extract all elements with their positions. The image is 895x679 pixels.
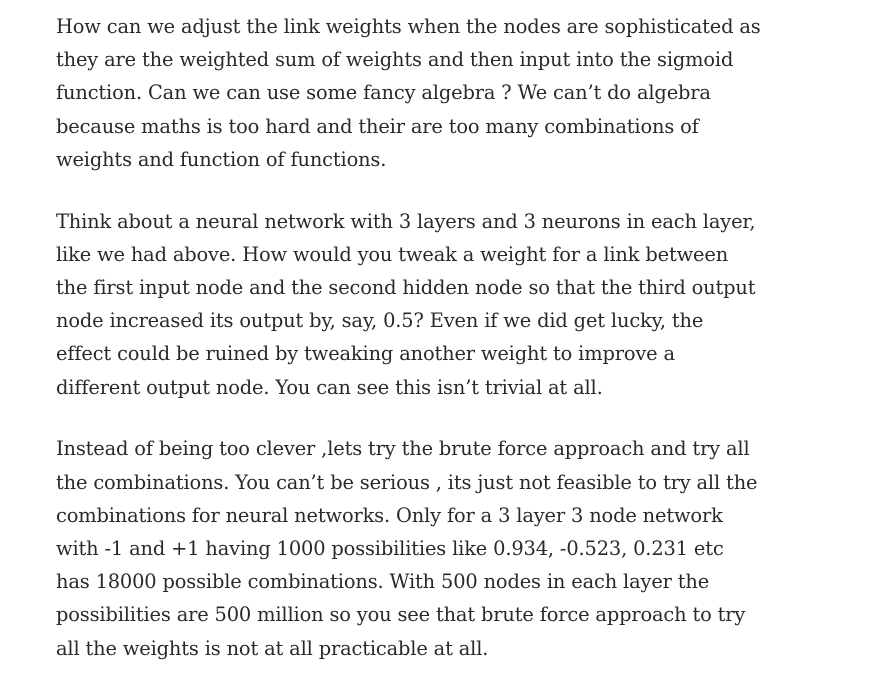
paragraph-brute-force: Instead of being too clever ,lets try th… <box>56 437 758 660</box>
paragraph-weights-adjustment: How can we adjust the link weights when … <box>56 15 761 171</box>
paragraph-tweaking-weights: Think about a neural network with 3 laye… <box>56 209 756 399</box>
article-body: How can we adjust the link weights when … <box>56 10 761 665</box>
